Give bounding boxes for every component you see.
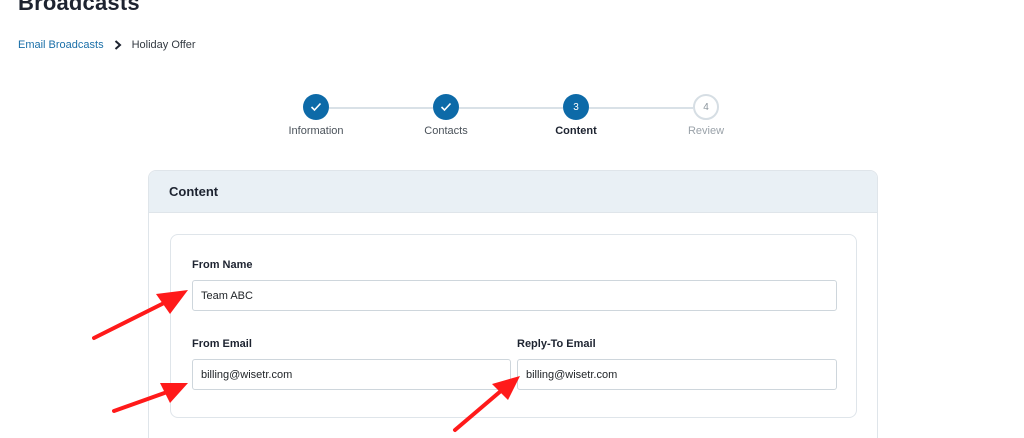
- annotation-arrow-icon: [112, 383, 188, 413]
- checkmark-icon: [433, 94, 459, 120]
- breadcrumb-email-broadcasts-link[interactable]: Email Broadcasts: [18, 39, 104, 51]
- step-content[interactable]: 3 Content: [516, 94, 636, 137]
- from-name-input[interactable]: [192, 280, 837, 311]
- step-information[interactable]: Information: [256, 94, 376, 137]
- page-title: Broadcasts: [18, 0, 140, 15]
- card-title: Content: [169, 184, 219, 199]
- step-number: 4: [693, 94, 719, 120]
- content-card-header: Content: [149, 171, 877, 213]
- from-name-label: From Name: [192, 259, 253, 271]
- step-contacts[interactable]: Contacts: [386, 94, 506, 137]
- step-label: Content: [555, 125, 597, 137]
- step-label: Contacts: [424, 125, 468, 137]
- step-number: 3: [563, 94, 589, 120]
- step-label: Review: [687, 125, 725, 137]
- reply-to-email-label: Reply-To Email: [517, 338, 596, 350]
- step-review[interactable]: 4 Review: [646, 94, 766, 137]
- chevron-right-icon: [114, 39, 124, 51]
- breadcrumb-current: Holiday Offer: [131, 39, 196, 51]
- annotation-arrow-icon: [453, 376, 520, 432]
- checkmark-icon: [303, 94, 329, 120]
- step-label: Information: [288, 125, 344, 137]
- breadcrumb: Email Broadcasts Holiday Offer: [18, 39, 196, 51]
- reply-to-email-input[interactable]: [517, 359, 837, 390]
- from-email-label: From Email: [192, 338, 252, 350]
- annotation-arrow-icon: [92, 290, 188, 340]
- progress-stepper: Information Contacts 3 Content 4 Review: [0, 94, 1024, 144]
